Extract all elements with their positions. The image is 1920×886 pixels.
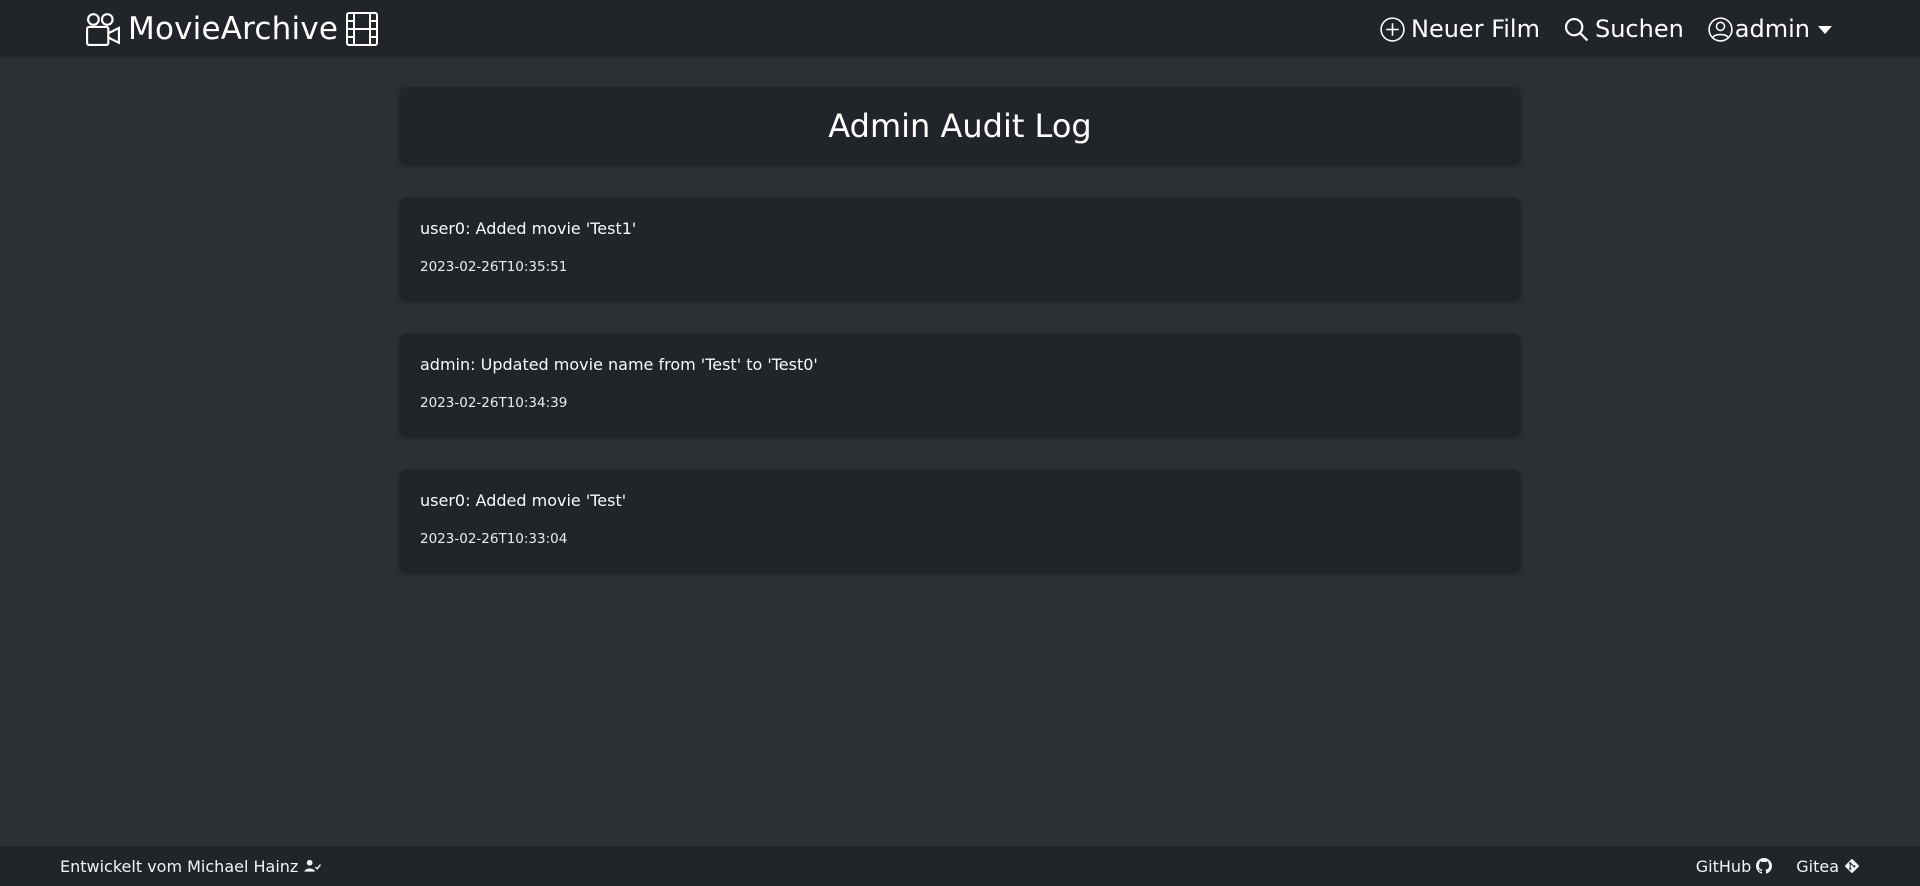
navbar-actions: Neuer Film Suchen admin (1380, 9, 1832, 49)
log-entry-timestamp: 2023-02-26T10:35:51 (420, 259, 568, 275)
page-title: Admin Audit Log (828, 107, 1092, 145)
page-footer: Entwickelt vom Michael Hainz GitHub Gite… (0, 846, 1920, 886)
log-entry-timestamp: 2023-02-26T10:33:04 (420, 531, 568, 547)
github-link[interactable]: GitHub (1695, 856, 1773, 876)
git-icon (1844, 858, 1860, 874)
caret-down-icon (1818, 26, 1832, 34)
github-link-label: GitHub (1695, 856, 1752, 876)
log-entry-message: user0: Added movie 'Test1' (420, 219, 637, 238)
brand-link[interactable]: MovieArchive (86, 9, 379, 49)
footer-credit-text: Entwickelt vom Michael Hainz (60, 856, 299, 876)
gitea-link[interactable]: Gitea (1796, 857, 1860, 876)
top-navbar: MovieArchive Neuer Film Suchen admin (0, 0, 1920, 56)
brand-name: MovieArchive (128, 11, 339, 47)
user-menu-toggle[interactable]: admin (1708, 15, 1832, 43)
log-entry: user0: Added movie 'Test' 2023-02-26T10:… (399, 469, 1521, 573)
footer-links: GitHub Gitea (1696, 846, 1860, 886)
page-title-card: Admin Audit Log (399, 87, 1521, 165)
log-entry-timestamp: 2023-02-26T10:34:39 (420, 395, 568, 411)
log-entry: user0: Added movie 'Test1' 2023-02-26T10… (399, 197, 1521, 301)
camera-reels-icon (86, 12, 120, 46)
new-movie-label: Neuer Film (1411, 15, 1540, 43)
search-icon (1564, 17, 1589, 42)
plus-circle-icon (1380, 16, 1405, 42)
search-label: Suchen (1594, 15, 1684, 43)
audit-log-container: Admin Audit Log user0: Added movie 'Test… (399, 87, 1521, 573)
footer-credit: Entwickelt vom Michael Hainz (60, 846, 322, 886)
log-entry-message: admin: Updated movie name from 'Test' to… (420, 355, 818, 374)
person-check-icon (304, 859, 322, 873)
film-icon (346, 12, 379, 46)
log-entry-message: user0: Added movie 'Test' (420, 491, 627, 510)
new-movie-link[interactable]: Neuer Film (1380, 15, 1540, 43)
user-name: admin (1734, 15, 1810, 43)
search-link[interactable]: Suchen (1564, 15, 1684, 43)
gitea-link-label: Gitea (1796, 856, 1839, 876)
github-icon (1756, 858, 1773, 874)
log-entry: admin: Updated movie name from 'Test' to… (399, 333, 1521, 437)
person-circle-icon (1708, 16, 1733, 42)
